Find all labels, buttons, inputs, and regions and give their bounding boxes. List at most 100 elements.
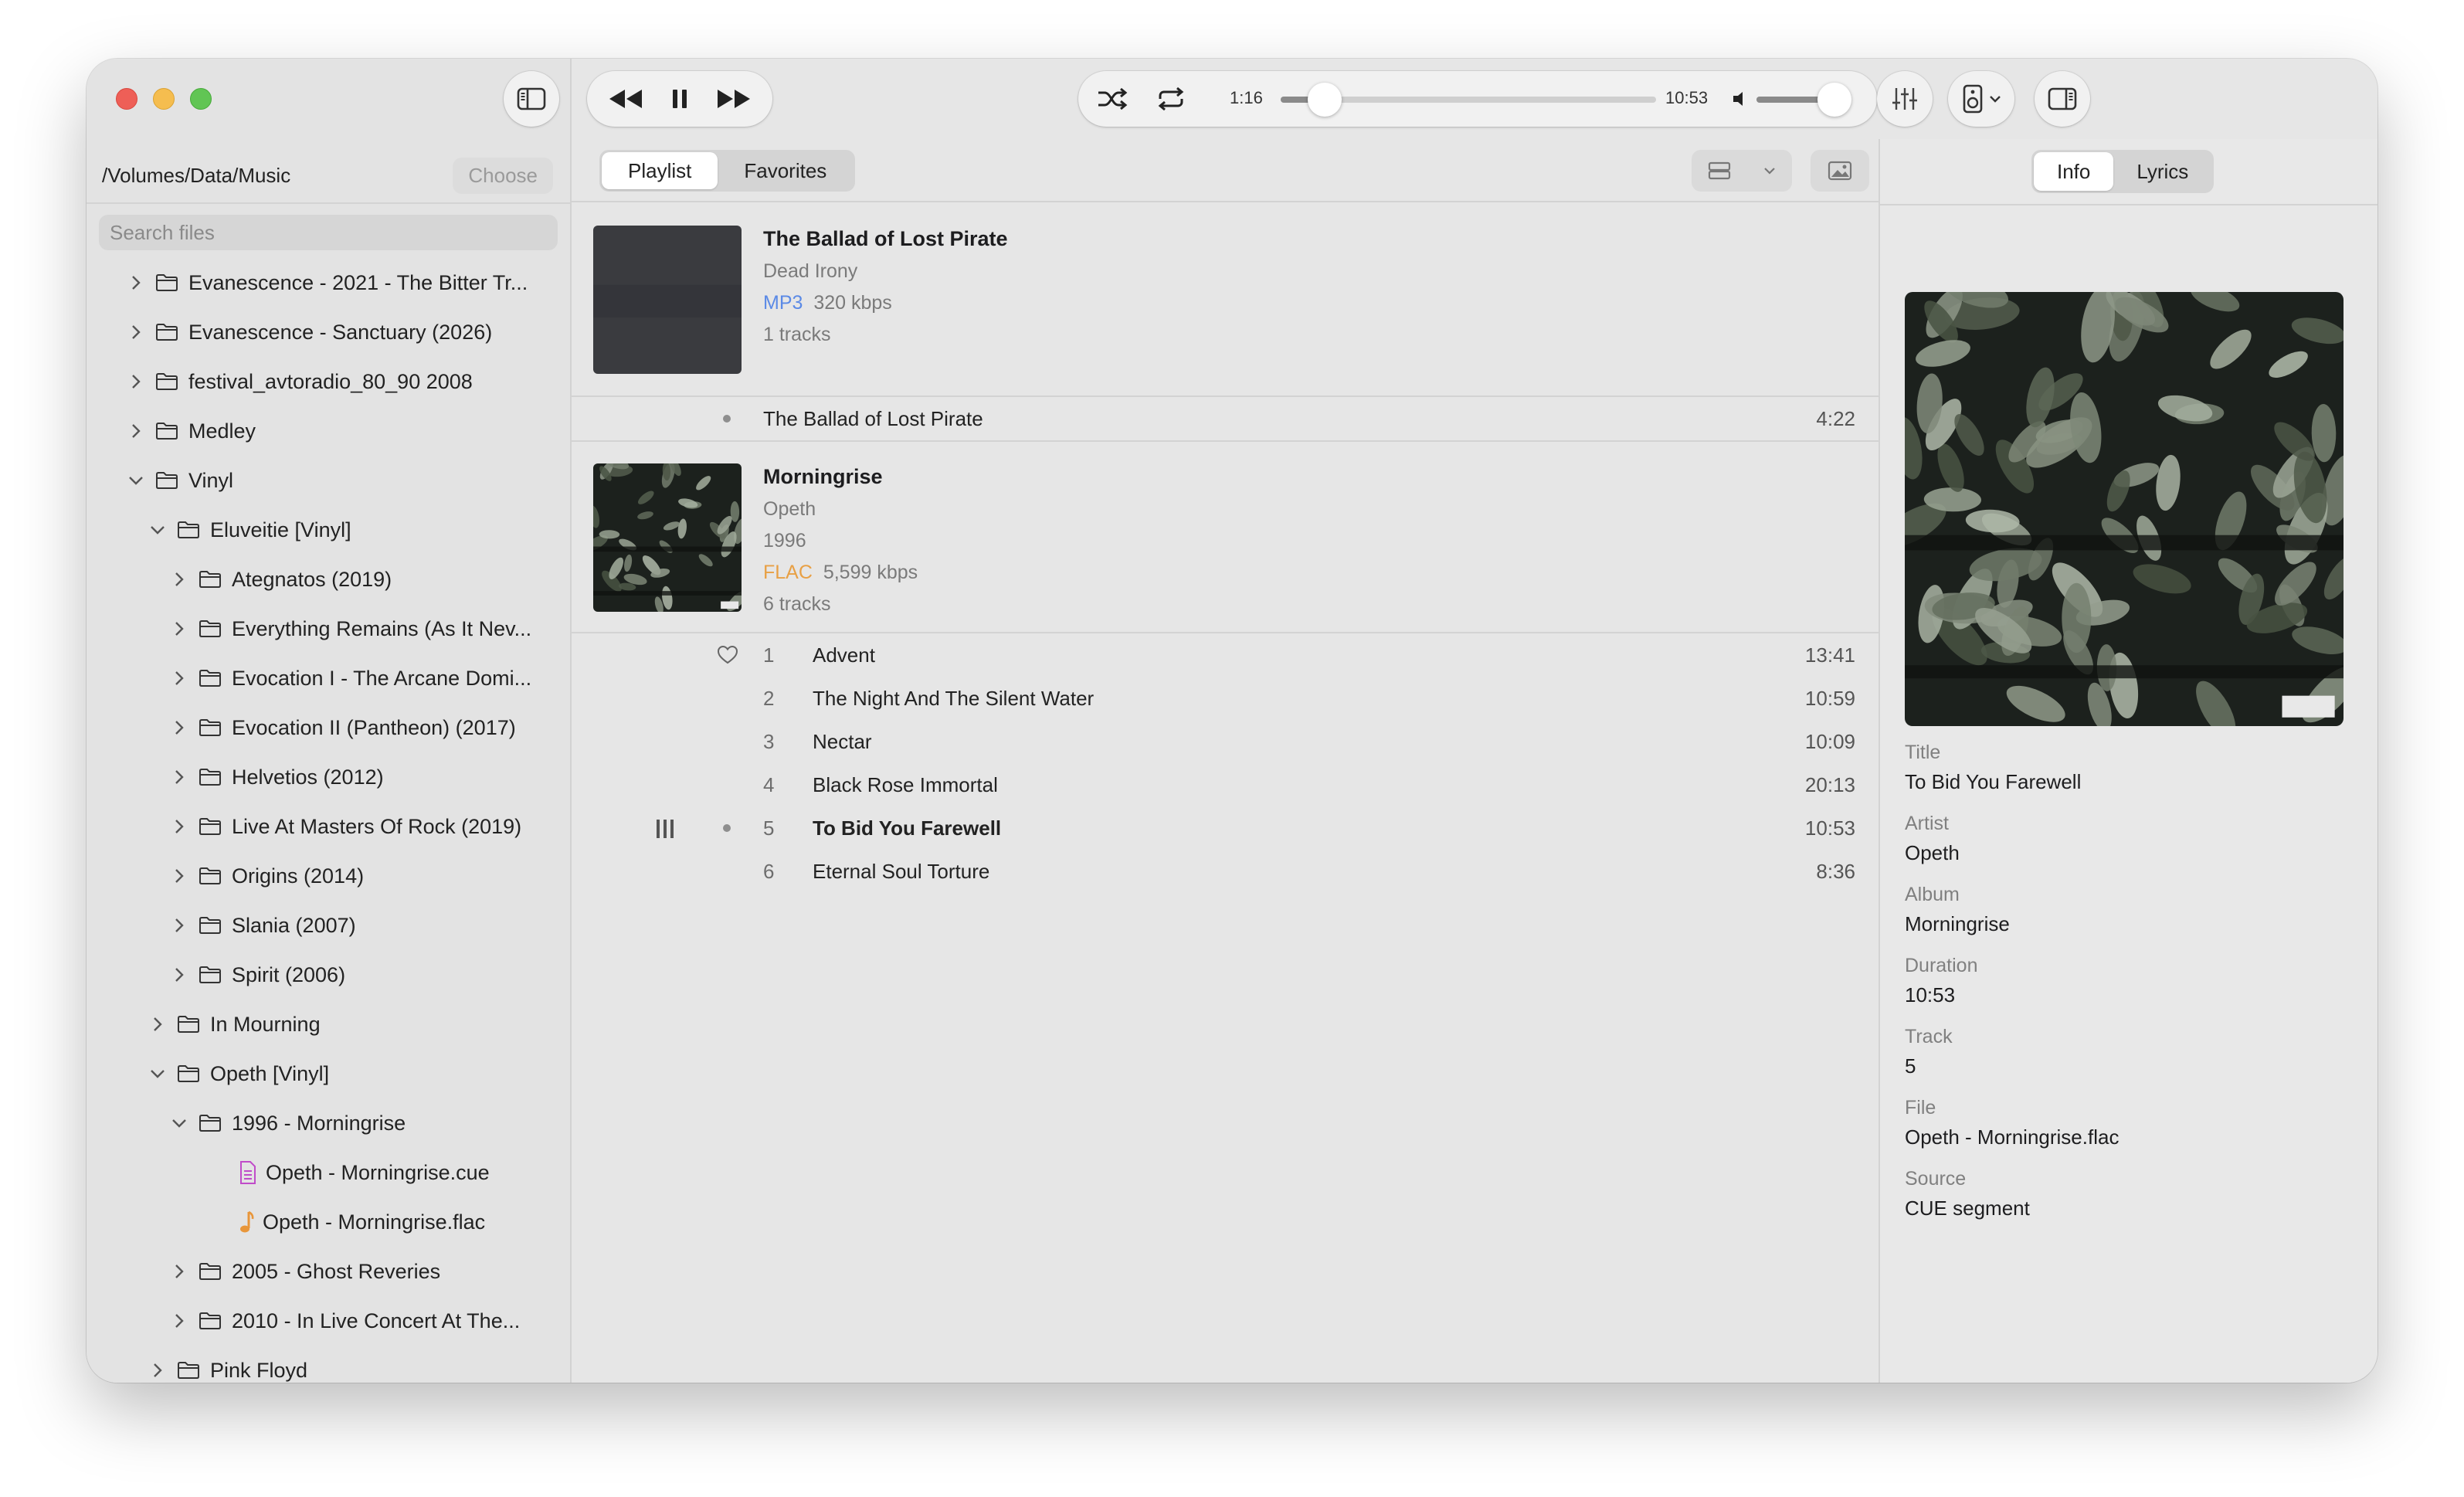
tree-item[interactable]: Medley — [87, 406, 570, 456]
inspector-toggle-button[interactable] — [2035, 71, 2090, 127]
volume-knob[interactable] — [1817, 83, 1851, 117]
chevron-right-icon[interactable] — [168, 1313, 190, 1329]
metadata-field: Track 5 — [1905, 1026, 2362, 1097]
tree-item[interactable]: Evanescence - Sanctuary (2026) — [87, 307, 570, 357]
chevron-down-icon[interactable] — [147, 1068, 168, 1079]
track-row[interactable]: 1 Advent 13:41 — [572, 633, 1879, 677]
tree-item[interactable]: Evocation I - The Arcane Domi... — [87, 653, 570, 703]
chevron-right-icon[interactable] — [168, 918, 190, 933]
tree-item-label: Slania (2007) — [232, 913, 356, 937]
tree-item[interactable]: Everything Remains (As It Nev... — [87, 604, 570, 653]
chevron-right-icon[interactable] — [147, 1017, 168, 1032]
track-row[interactable]: The Ballad of Lost Pirate 4:22 — [572, 397, 1879, 440]
tree-item[interactable]: Ategnatos (2019) — [87, 555, 570, 604]
chevron-down-icon[interactable] — [147, 524, 168, 535]
chevron-right-icon[interactable] — [168, 621, 190, 636]
album-header[interactable]: The Ballad of Lost Pirate Dead Irony MP3 3… — [572, 204, 1879, 395]
tab-playlist[interactable]: Playlist — [602, 152, 718, 189]
repeat-button[interactable] — [1156, 87, 1186, 115]
chevron-right-icon[interactable] — [168, 670, 190, 686]
chevron-right-icon[interactable] — [168, 572, 190, 587]
audio-output-button[interactable] — [1948, 71, 2014, 127]
track-duration: 10:09 — [1804, 729, 1855, 753]
pause-button[interactable] — [670, 88, 689, 110]
folder-icon — [198, 1261, 222, 1281]
volume-icon[interactable] — [1732, 90, 1747, 112]
search-files-input[interactable]: Search files — [99, 215, 558, 250]
tree-item[interactable]: Spirit (2006) — [87, 950, 570, 1000]
chevron-right-icon[interactable] — [125, 423, 147, 439]
chevron-right-icon[interactable] — [125, 374, 147, 389]
tree-item[interactable]: Evocation II (Pantheon) (2017) — [87, 703, 570, 752]
divider — [1880, 204, 2377, 205]
tree-item[interactable]: Slania (2007) — [87, 901, 570, 950]
bitrate: 5,599 kbps — [823, 562, 918, 583]
folder-icon — [198, 816, 222, 837]
tree-item[interactable]: Vinyl — [87, 456, 570, 505]
minimize-window-button[interactable] — [153, 88, 175, 110]
chevron-right-icon[interactable] — [125, 275, 147, 290]
album-header[interactable]: Morningrise Opeth 1996 FLAC 5,599 kbps 6 tra… — [572, 442, 1879, 632]
track-row[interactable]: 3 Nectar 10:09 — [572, 720, 1879, 763]
heart-icon[interactable] — [717, 645, 738, 670]
total-time: 10:53 — [1665, 88, 1709, 107]
artwork-toggle-button[interactable] — [1811, 150, 1869, 192]
tree-item[interactable]: Evanescence - 2021 - The Bitter Tr... — [87, 258, 570, 307]
chevron-down-icon[interactable] — [168, 1118, 190, 1129]
metadata-value: Morningrise — [1905, 912, 2010, 935]
sidebar-toggle-button[interactable] — [504, 71, 559, 127]
chevron-right-icon[interactable] — [168, 1264, 190, 1279]
chevron-right-icon[interactable] — [168, 819, 190, 834]
shuffle-button[interactable] — [1097, 87, 1128, 115]
tree-item[interactable]: Opeth - Morningrise.flac — [87, 1197, 570, 1247]
elapsed-time: 1:16 — [1230, 88, 1263, 107]
chevron-right-icon[interactable] — [125, 324, 147, 340]
next-track-button[interactable] — [716, 88, 752, 110]
zoom-window-button[interactable] — [190, 88, 212, 110]
tree-item[interactable]: 1996 - Morningrise — [87, 1098, 570, 1148]
chevron-right-icon[interactable] — [147, 1363, 168, 1378]
folder-icon — [176, 1064, 201, 1084]
tree-item-label: Evanescence - Sanctuary (2026) — [188, 320, 493, 344]
tree-item[interactable]: Pink Floyd — [87, 1346, 570, 1383]
tree-item[interactable]: Opeth - Morningrise.cue — [87, 1148, 570, 1197]
file-browser-sidebar: /Volumes/Data/Music Choose Search files … — [87, 59, 572, 1383]
tree-item[interactable]: 2005 - Ghost Reveries — [87, 1247, 570, 1296]
pause-icon — [672, 90, 687, 108]
volume-slider[interactable] — [1756, 83, 1851, 117]
tree-item[interactable]: In Mourning — [87, 1000, 570, 1049]
track-row[interactable]: 4 Black Rose Immortal 20:13 — [572, 763, 1879, 806]
tab-favorites[interactable]: Favorites — [718, 152, 853, 189]
chevron-down-icon[interactable] — [125, 475, 147, 486]
equalizer-button[interactable] — [1877, 71, 1933, 127]
tree-item[interactable]: Live At Masters Of Rock (2019) — [87, 802, 570, 851]
tree-item[interactable]: Origins (2014) — [87, 851, 570, 901]
choose-folder-button[interactable]: Choose — [453, 157, 553, 194]
track-row[interactable]: 5 To Bid You Farewell 10:53 — [572, 806, 1879, 850]
chevron-right-icon[interactable] — [168, 967, 190, 983]
track-metadata: Title To Bid You Farewell Artist Opeth Album… — [1905, 742, 2362, 1239]
tab-lyrics[interactable]: Lyrics — [2113, 152, 2211, 191]
tree-item[interactable]: Eluveitie [Vinyl] — [87, 505, 570, 555]
chevron-right-icon[interactable] — [168, 769, 190, 785]
tree-item[interactable]: festival_avtoradio_80_90 2008 — [87, 357, 570, 406]
view-mode-button[interactable] — [1692, 150, 1792, 192]
seek-slider[interactable] — [1281, 83, 1656, 117]
tree-item[interactable]: Helvetios (2012) — [87, 752, 570, 802]
previous-track-button[interactable] — [608, 88, 643, 110]
sidebar-left-icon — [517, 87, 546, 110]
tab-info[interactable]: Info — [2034, 152, 2114, 191]
repeat-icon — [1158, 87, 1184, 111]
album-cover — [593, 226, 742, 374]
chevron-right-icon[interactable] — [168, 720, 190, 735]
track-duration: 20:13 — [1804, 772, 1855, 796]
tree-item[interactable]: Opeth [Vinyl] — [87, 1049, 570, 1098]
track-row[interactable]: 2 The Night And The Silent Water 10:59 — [572, 677, 1879, 720]
tree-item[interactable]: 2010 - In Live Concert At The... — [87, 1296, 570, 1346]
view-switcher: Playlist Favorites — [599, 150, 856, 192]
music-note-icon — [238, 1210, 255, 1234]
close-window-button[interactable] — [116, 88, 137, 110]
track-row[interactable]: 6 Eternal Soul Torture 8:36 — [572, 850, 1879, 893]
seek-knob[interactable] — [1307, 83, 1342, 117]
chevron-right-icon[interactable] — [168, 868, 190, 884]
